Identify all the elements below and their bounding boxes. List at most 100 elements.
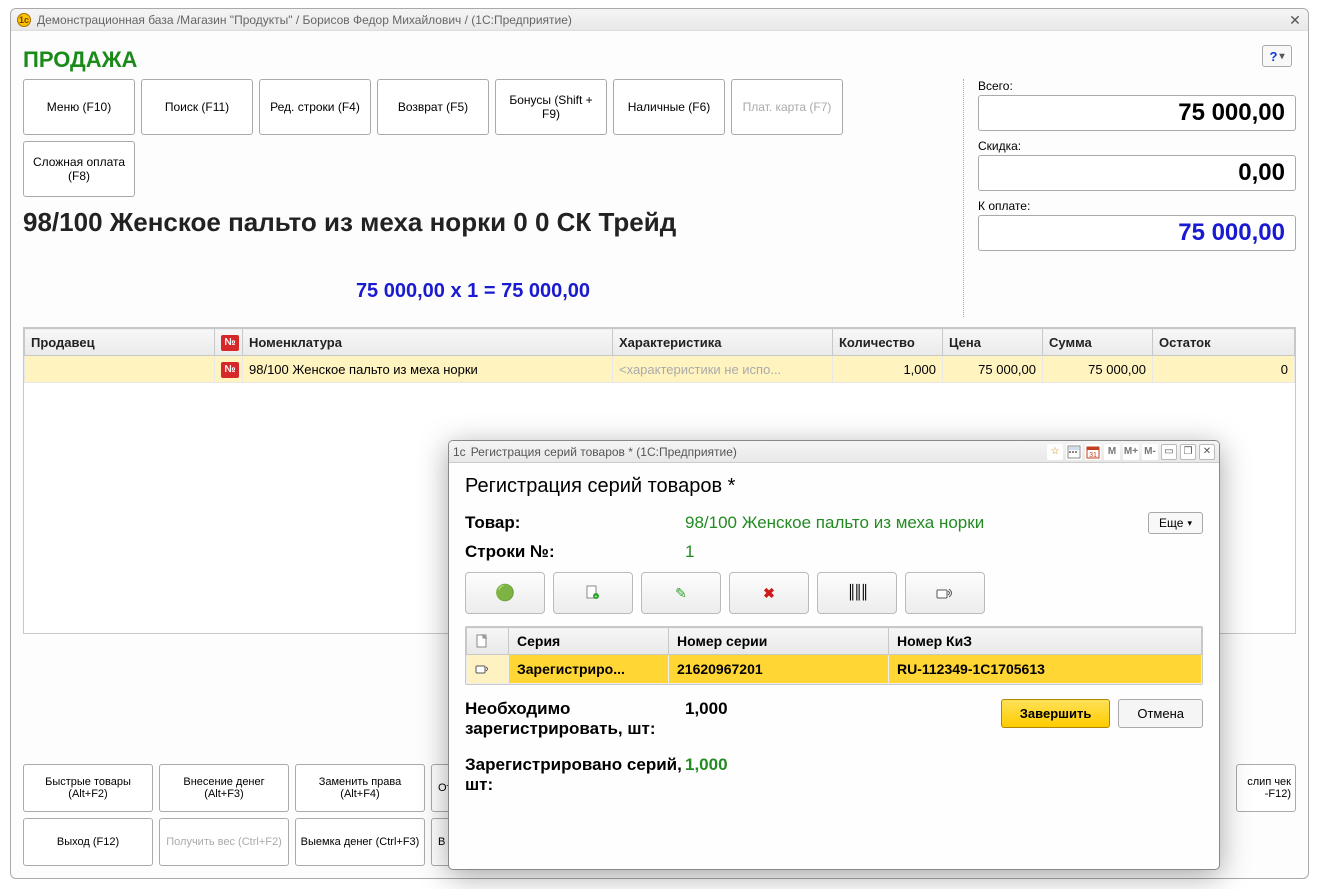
series-row-icon — [467, 655, 509, 684]
product-value: 98/100 Женское пальто из меха норки — [685, 513, 984, 533]
registered-label: Зарегистрировано серий, шт: — [465, 755, 685, 795]
series-col-serial[interactable]: Номер серии — [669, 628, 889, 655]
complete-button[interactable]: Завершить — [1001, 699, 1111, 728]
document-icon — [475, 634, 489, 648]
series-cell-kiz: RU-112349-1C1705613 — [889, 655, 1202, 684]
memory-mplus-button[interactable]: M+ — [1123, 444, 1139, 460]
svg-text:+: + — [595, 594, 598, 600]
menu-button[interactable]: Меню (F10) — [23, 79, 135, 135]
get-weight-button[interactable]: Получить вес (Ctrl+F2) — [159, 818, 289, 866]
replace-rights-button[interactable]: Заменить права (Alt+F4) — [295, 764, 425, 812]
barcode-icon: ║║║ — [847, 585, 866, 601]
window-title: Демонстрационная база /Магазин "Продукты… — [37, 13, 1288, 27]
memory-m-button[interactable]: M — [1104, 444, 1120, 460]
edit-line-button[interactable]: Ред. строки (F4) — [259, 79, 371, 135]
cell-qty: 1,000 — [833, 356, 943, 383]
need-register-value: 1,000 — [685, 699, 728, 719]
search-button[interactable]: Поиск (F11) — [141, 79, 253, 135]
col-qty[interactable]: Количество — [833, 329, 943, 356]
add-button[interactable]: 🟢 — [465, 572, 545, 614]
calendar-icon[interactable]: 31 — [1085, 444, 1101, 460]
topay-value: 75 000,00 — [978, 215, 1296, 251]
svg-text:31: 31 — [1089, 452, 1097, 459]
slip-check-button[interactable]: слип чек -F12) — [1236, 764, 1296, 812]
product-label: Товар: — [465, 513, 685, 533]
exit-button[interactable]: Выход (F12) — [23, 818, 153, 866]
series-table: Серия Номер серии Номер КиЗ Зарегистриро… — [465, 626, 1203, 685]
maximize-icon[interactable]: ❐ — [1180, 444, 1196, 460]
col-seller[interactable]: Продавец — [25, 329, 215, 356]
withdraw-button[interactable]: Выемка денег (Ctrl+F3) — [295, 818, 425, 866]
close-icon[interactable]: ✕ — [1288, 13, 1302, 27]
page-title: ПРОДАЖА ?▾ — [23, 47, 1296, 73]
registered-value: 1,000 — [685, 755, 728, 775]
cell-sum: 75 000,00 — [1043, 356, 1153, 383]
table-row[interactable]: № 98/100 Женское пальто из меха норки <х… — [25, 356, 1295, 383]
edit-button[interactable]: ✎ — [641, 572, 721, 614]
chevron-down-icon: ▾ — [1279, 51, 1284, 62]
cell-stock: 0 — [1153, 356, 1295, 383]
minimize-icon[interactable]: ▭ — [1161, 444, 1177, 460]
col-price[interactable]: Цена — [943, 329, 1043, 356]
col-sum[interactable]: Сумма — [1043, 329, 1153, 356]
series-row[interactable]: Зарегистриро... 21620967201 RU-112349-1C… — [467, 655, 1202, 684]
dialog-titlebar: 1c Регистрация серий товаров * (1С:Предп… — [449, 441, 1219, 463]
series-cell-serial: 21620967201 — [669, 655, 889, 684]
calc-line: 75 000,00 x 1 = 75 000,00 — [23, 280, 923, 303]
copy-icon: + — [585, 585, 601, 601]
cash-button[interactable]: Наличные (F6) — [613, 79, 725, 135]
cell-seller — [25, 356, 215, 383]
app-icon: 1c — [17, 13, 31, 27]
series-col-icon[interactable] — [467, 628, 509, 655]
cell-char: <характеристики не испо... — [613, 356, 833, 383]
series-header-row: Серия Номер серии Номер КиЗ — [467, 628, 1202, 655]
bonus-button[interactable]: Бонусы (Shift + F9) — [495, 79, 607, 135]
plus-icon: 🟢 — [495, 583, 515, 603]
lines-label: Строки №: — [465, 542, 685, 562]
col-char[interactable]: Характеристика — [613, 329, 833, 356]
grid-header-row: Продавец № Номенклатура Характеристика К… — [25, 329, 1295, 356]
col-stock[interactable]: Остаток — [1153, 329, 1295, 356]
cell-name: 98/100 Женское пальто из меха норки — [243, 356, 613, 383]
lines-value: 1 — [685, 542, 694, 562]
topay-label: К оплате: — [978, 199, 1296, 213]
top-row: Меню (F10) Поиск (F11) Ред. строки (F4) … — [23, 79, 1296, 317]
favorite-icon[interactable]: ☆ — [1047, 444, 1063, 460]
card-button[interactable]: Плат. карта (F7) — [731, 79, 843, 135]
series-registration-dialog: 1c Регистрация серий товаров * (1С:Предп… — [448, 440, 1220, 870]
page-title-text: ПРОДАЖА — [23, 47, 137, 72]
totals-panel: Всего: 75 000,00 Скидка: 0,00 К оплате: … — [978, 79, 1296, 251]
total-value: 75 000,00 — [978, 95, 1296, 131]
rfid-button[interactable] — [905, 572, 985, 614]
series-col-series[interactable]: Серия — [509, 628, 669, 655]
cancel-button[interactable]: Отмена — [1118, 699, 1203, 728]
delete-icon: ✖ — [763, 585, 775, 602]
dialog-close-icon[interactable]: ✕ — [1199, 444, 1215, 460]
chevron-down-icon: ▾ — [1187, 518, 1192, 529]
col-name[interactable]: Номенклатура — [243, 329, 613, 356]
cell-num: № — [215, 356, 243, 383]
return-button[interactable]: Возврат (F5) — [377, 79, 489, 135]
total-label: Всего: — [978, 79, 1296, 93]
barcode-button[interactable]: ║║║ — [817, 572, 897, 614]
dialog-app-icon: 1c — [453, 445, 466, 459]
delete-button[interactable]: ✖ — [729, 572, 809, 614]
cell-price: 75 000,00 — [943, 356, 1043, 383]
complex-pay-button[interactable]: Сложная оплата (F8) — [23, 141, 135, 197]
copy-button[interactable]: + — [553, 572, 633, 614]
quick-goods-button[interactable]: Быстрые товары (Alt+F2) — [23, 764, 153, 812]
dialog-heading: Регистрация серий товаров * — [465, 475, 1203, 498]
more-button[interactable]: Еще ▾ — [1148, 512, 1203, 534]
bottom-toolbar: Быстрые товары (Alt+F2) Внесение денег (… — [23, 764, 491, 866]
memory-mminus-button[interactable]: M- — [1142, 444, 1158, 460]
rfid-icon — [936, 585, 954, 601]
need-register-label: Необходимо зарегистрировать, шт: — [465, 699, 685, 739]
col-num[interactable]: № — [215, 329, 243, 356]
help-button[interactable]: ?▾ — [1262, 45, 1292, 67]
dialog-title-text: Регистрация серий товаров * (1С:Предприя… — [471, 445, 1047, 459]
help-icon: ? — [1270, 49, 1278, 64]
calculator-icon[interactable] — [1066, 444, 1082, 460]
series-col-kiz[interactable]: Номер КиЗ — [889, 628, 1202, 655]
deposit-button[interactable]: Внесение денег (Alt+F3) — [159, 764, 289, 812]
product-line: 98/100 Женское пальто из меха норки 0 0 … — [23, 207, 955, 238]
